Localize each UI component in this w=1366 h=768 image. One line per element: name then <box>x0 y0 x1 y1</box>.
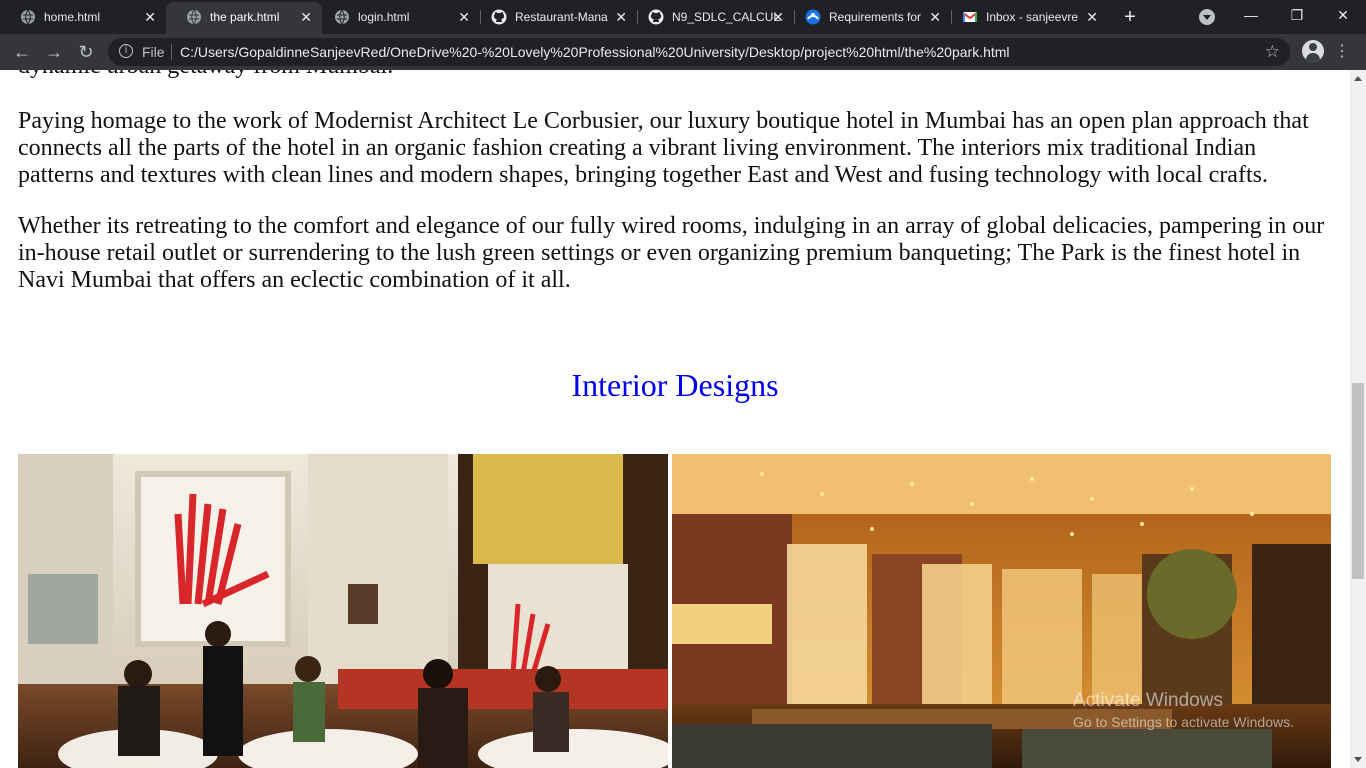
omnibox-divider <box>171 44 172 60</box>
scroll-down-icon[interactable] <box>1350 752 1366 768</box>
paragraph-architecture: Paying homage to the work of Modernist A… <box>18 108 1309 188</box>
tab-label: Requirements for <box>829 10 922 24</box>
reload-icon[interactable]: ↻ <box>72 38 100 66</box>
browser-toolbar: ← → ↻ i File C:/Users/GopaldinneSanjeevR… <box>0 34 1366 70</box>
close-icon[interactable]: ✕ <box>458 0 470 34</box>
bookmark-star-icon[interactable]: ☆ <box>1265 38 1280 66</box>
gmail-icon <box>962 12 978 22</box>
tab-label: N9_SDLC_CALCUL <box>672 10 781 24</box>
url-text[interactable]: C:/Users/GopaldinneSanjeevRed/OneDrive%2… <box>180 38 1010 66</box>
close-icon[interactable]: ✕ <box>772 0 784 34</box>
requirements-icon <box>805 9 821 25</box>
address-bar[interactable]: i File C:/Users/GopaldinneSanjeevRed/One… <box>108 38 1290 66</box>
profile-avatar[interactable] <box>1302 40 1324 62</box>
page-viewport: dynamic urban getaway from Mumbai. Payin… <box>0 70 1350 768</box>
tab-label: Inbox - sanjeevre <box>986 10 1079 24</box>
tab-restaurant[interactable]: Restaurant-Mana ✕ <box>481 0 637 34</box>
minimize-button[interactable]: — <box>1228 0 1274 34</box>
maximize-button[interactable]: ❐ <box>1274 0 1320 34</box>
tab-login[interactable]: login.html ✕ <box>322 0 480 34</box>
watermark-subtitle: Go to Settings to activate Windows. <box>1073 714 1294 730</box>
tab-inbox[interactable]: Inbox - sanjeevre ✕ <box>952 0 1108 34</box>
clipped-paragraph: dynamic urban getaway from Mumbai. <box>18 70 393 80</box>
paragraph-amenities: Whether its retreating to the comfort an… <box>18 213 1325 293</box>
new-tab-button[interactable]: + <box>1119 4 1141 30</box>
close-icon[interactable]: ✕ <box>300 2 312 32</box>
scroll-up-icon[interactable] <box>1350 70 1366 86</box>
close-icon[interactable]: ✕ <box>615 0 627 34</box>
tab-strip: home.html ✕ the park.html ✕ login.html ✕… <box>0 0 1366 34</box>
tab-search-icon[interactable] <box>1199 9 1215 25</box>
close-window-button[interactable]: ✕ <box>1320 0 1366 34</box>
activate-windows-watermark: Activate Windows Go to Settings to activ… <box>1073 689 1294 731</box>
tab-requirements[interactable]: Requirements for ✕ <box>795 0 951 34</box>
vertical-scrollbar[interactable] <box>1350 70 1366 768</box>
tab-label: home.html <box>44 10 101 24</box>
tab-sdlc[interactable]: N9_SDLC_CALCUL ✕ <box>638 0 794 34</box>
github-icon <box>491 9 507 25</box>
globe-icon <box>187 9 201 25</box>
tab-home[interactable]: home.html ✕ <box>0 0 166 34</box>
menu-dots-icon[interactable]: ⋮ <box>1334 40 1350 64</box>
globe-icon <box>21 9 35 25</box>
tab-label: Restaurant-Mana <box>515 10 608 24</box>
interior-photo-dining-room <box>18 454 668 768</box>
tab-label: the park.html <box>210 10 280 24</box>
forward-arrow-icon[interactable]: → <box>40 38 68 66</box>
scheme-label: File <box>142 44 165 60</box>
globe-icon <box>335 9 349 25</box>
info-icon[interactable]: i <box>119 44 133 58</box>
watermark-title: Activate Windows <box>1073 690 1223 711</box>
scrollbar-thumb[interactable] <box>1352 383 1364 579</box>
close-icon[interactable]: ✕ <box>1086 0 1098 34</box>
section-title: Interior Designs <box>571 367 779 403</box>
close-icon[interactable]: ✕ <box>144 0 156 34</box>
close-icon[interactable]: ✕ <box>929 0 941 34</box>
github-icon <box>648 9 664 25</box>
back-arrow-icon[interactable]: ← <box>8 38 36 66</box>
tab-label: login.html <box>358 10 410 24</box>
tab-the-park[interactable]: the park.html ✕ <box>166 2 322 34</box>
